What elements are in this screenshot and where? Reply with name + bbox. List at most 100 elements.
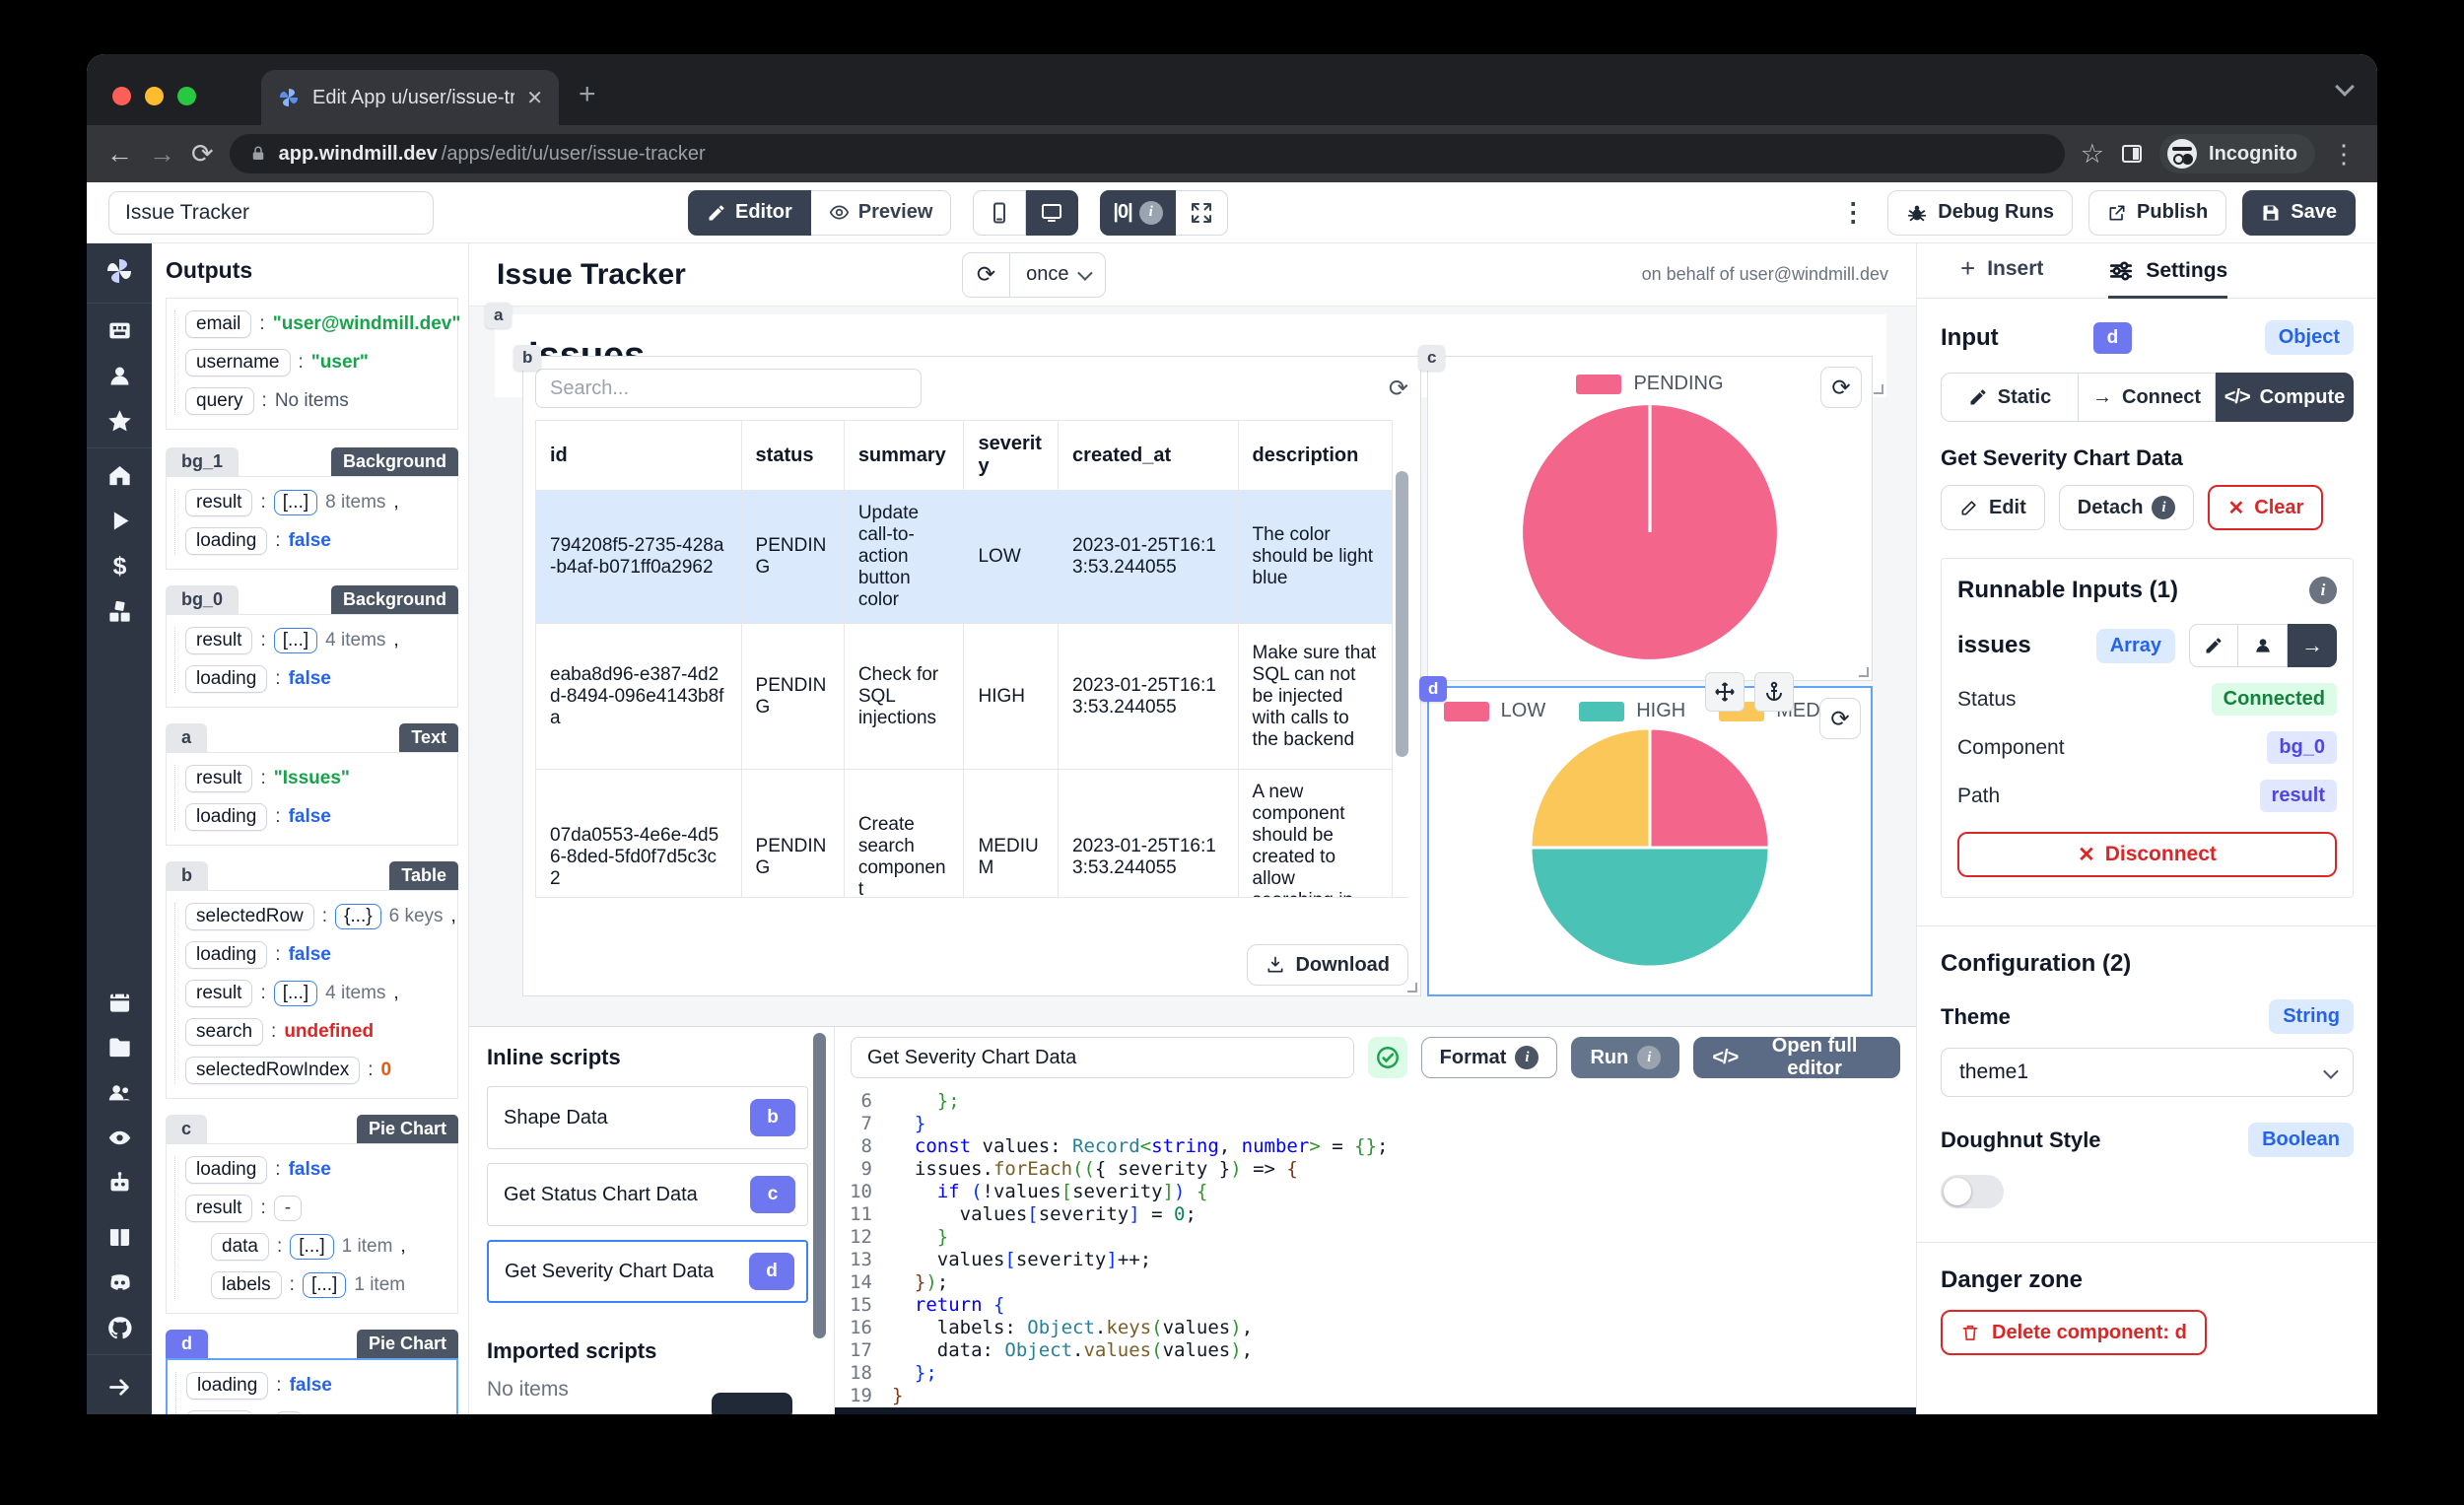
output-key[interactable]: loading bbox=[185, 527, 268, 555]
edit-button[interactable]: Edit bbox=[1941, 485, 2045, 530]
legend-item[interactable]: PENDING bbox=[1576, 373, 1724, 395]
download-button[interactable]: Download bbox=[1247, 944, 1408, 986]
legend-item[interactable]: HIGH bbox=[1579, 700, 1685, 722]
table-row[interactable]: 794208f5-2735-428a-b4af-b071ff0a2962 PEND… bbox=[535, 490, 1394, 624]
static-mode-button[interactable]: Static bbox=[1941, 373, 2079, 422]
table-column-header[interactable]: summary bbox=[843, 420, 965, 491]
close-window-button[interactable] bbox=[112, 87, 131, 105]
doughnut-style-toggle[interactable] bbox=[1941, 1175, 2004, 1208]
component-c-pie-chart[interactable]: c ⟳ PENDING bbox=[1418, 345, 1873, 681]
bookmark-star-icon[interactable]: ☆ bbox=[2081, 139, 2104, 170]
output-key[interactable]: data bbox=[211, 1233, 269, 1261]
output-row[interactable]: result: [...] 4 items, bbox=[185, 980, 451, 1007]
table-cell[interactable]: PENDING bbox=[740, 490, 845, 624]
script-item-d[interactable]: Get Severity Chart Data d bbox=[487, 1240, 808, 1303]
more-menu-icon[interactable]: ⋮ bbox=[1834, 197, 1872, 228]
minimize-window-button[interactable] bbox=[145, 87, 164, 105]
output-row[interactable]: loading: false bbox=[185, 803, 451, 831]
resize-handle[interactable] bbox=[1407, 983, 1417, 992]
docs-book-icon[interactable] bbox=[87, 1214, 152, 1260]
github-icon[interactable] bbox=[87, 1305, 152, 1350]
clear-button[interactable]: ✕ Clear bbox=[2208, 485, 2324, 530]
output-section-id[interactable]: b bbox=[166, 861, 208, 890]
preview-tab[interactable]: Preview bbox=[810, 189, 952, 236]
code-line[interactable]: 10 if (!values[severity]) { bbox=[835, 1181, 1916, 1203]
side-panel-icon[interactable] bbox=[2120, 142, 2144, 166]
chevron-down-icon[interactable] bbox=[2335, 77, 2355, 97]
variables-dollar-icon[interactable]: $ bbox=[87, 543, 152, 588]
output-row[interactable]: loading: false bbox=[185, 665, 451, 693]
output-key[interactable]: search bbox=[185, 1018, 264, 1046]
table-cell[interactable]: LOW bbox=[963, 490, 1060, 624]
user-icon[interactable] bbox=[87, 353, 152, 398]
output-key[interactable]: selectedRow bbox=[185, 903, 314, 930]
connect-mode-button[interactable]: → Connect bbox=[2079, 373, 2216, 422]
path-badge[interactable]: result bbox=[2259, 780, 2337, 812]
home-icon[interactable] bbox=[87, 452, 152, 498]
output-row[interactable]: result: "Issues" bbox=[185, 765, 451, 792]
output-row[interactable]: data: [...] 1 item, bbox=[211, 1233, 451, 1261]
collapse-arrow-icon[interactable] bbox=[87, 1359, 152, 1414]
table-column-header[interactable]: id bbox=[535, 420, 742, 491]
browser-tab[interactable]: Edit App u/user/issue-tracker | ✕ bbox=[261, 70, 559, 125]
window-controls[interactable] bbox=[112, 87, 196, 105]
schedule-dropdown[interactable]: once bbox=[1010, 251, 1107, 298]
table-cell[interactable]: Make sure that SQL can not be injected w… bbox=[1237, 623, 1394, 770]
table-cell[interactable]: Update call-to-action button color bbox=[843, 490, 965, 624]
table-cell[interactable]: 2023-01-25T16:13:53.244055 bbox=[1058, 769, 1239, 897]
table-cell[interactable]: MEDIUM bbox=[963, 769, 1060, 897]
apps-icon[interactable] bbox=[87, 308, 152, 353]
output-row[interactable]: labels: [...] 1 item bbox=[211, 1271, 451, 1299]
resources-cubes-icon[interactable] bbox=[87, 588, 152, 634]
table-cell[interactable]: 2023-01-25T16:13:53.244055 bbox=[1058, 490, 1239, 624]
address-bar[interactable]: app.windmill.dev/apps/edit/u/user/issue-… bbox=[229, 134, 2065, 173]
audit-eye-icon[interactable] bbox=[87, 1115, 152, 1160]
connect-input-button[interactable]: → bbox=[2288, 624, 2337, 667]
output-row[interactable]: selectedRowIndex:0 bbox=[185, 1057, 451, 1084]
code-line[interactable]: 14 }); bbox=[835, 1271, 1916, 1294]
output-row[interactable]: loading: false bbox=[185, 1156, 451, 1184]
table-cell[interactable]: A new component should be created to all… bbox=[1237, 769, 1394, 897]
save-button[interactable]: Save bbox=[2242, 189, 2356, 236]
output-row[interactable]: loading: false bbox=[185, 527, 451, 555]
open-full-editor-button[interactable]: </> Open full editor bbox=[1693, 1035, 1900, 1079]
output-row[interactable]: selectedRow: {...} 6 keys, bbox=[185, 903, 456, 930]
table-cell[interactable]: PENDING bbox=[740, 769, 845, 897]
output-key[interactable]: username bbox=[185, 349, 291, 376]
debug-runs-button[interactable]: Debug Runs bbox=[1887, 189, 2074, 236]
output-key[interactable]: query bbox=[185, 387, 254, 415]
code-line[interactable]: 18 }; bbox=[835, 1362, 1916, 1385]
forward-icon[interactable]: → bbox=[149, 139, 175, 170]
output-key[interactable]: labels bbox=[211, 1271, 282, 1299]
mobile-view-button[interactable] bbox=[973, 189, 1027, 236]
output-key[interactable]: email bbox=[185, 310, 252, 338]
table-row[interactable]: eaba8d96-e387-4d2d-8494-096e4143b8fa PEND… bbox=[535, 623, 1394, 770]
grid-lines-button[interactable]: |0| i bbox=[1100, 189, 1176, 236]
table-cell[interactable]: 2023-01-25T16:13:53.244055 bbox=[1058, 623, 1239, 770]
windmill-logo[interactable] bbox=[87, 243, 152, 299]
scripts-scrollbar[interactable] bbox=[813, 1033, 826, 1338]
output-row[interactable]: query: No items bbox=[185, 387, 451, 415]
table-column-header[interactable]: severity bbox=[963, 420, 1060, 491]
zoom-window-button[interactable] bbox=[177, 87, 196, 105]
output-key[interactable]: result bbox=[185, 627, 253, 654]
output-row[interactable]: email: "user@windmill.dev" bbox=[185, 310, 460, 338]
code-line[interactable]: 9 issues. forEach(({ severity }) => { bbox=[835, 1158, 1916, 1181]
table-column-header[interactable]: description bbox=[1237, 420, 1394, 491]
table-cell[interactable]: 07da0553-4e6e-4d56-8ded-5fd0f7d5c3c2 bbox=[535, 769, 742, 897]
code-editor[interactable]: 6 }; 7 } 8 const values: Record < string, nu… bbox=[835, 1088, 1916, 1414]
output-key[interactable]: result bbox=[185, 765, 253, 792]
script-name-input[interactable] bbox=[851, 1037, 1355, 1078]
refresh-button[interactable]: ⟳ bbox=[961, 251, 1011, 298]
compute-mode-button[interactable]: </> Compute bbox=[2216, 373, 2354, 422]
table-row[interactable]: 07da0553-4e6e-4d56-8ded-5fd0f7d5c3c2 PEND… bbox=[535, 769, 1394, 897]
star-icon[interactable] bbox=[87, 398, 152, 444]
output-key[interactable]: loading bbox=[185, 941, 268, 969]
publish-button[interactable]: Publish bbox=[2088, 189, 2227, 236]
output-key[interactable]: result bbox=[185, 980, 253, 1007]
output-row[interactable]: loading: false bbox=[186, 1372, 450, 1400]
tab-settings[interactable]: Settings bbox=[2108, 258, 2228, 299]
table-cell[interactable]: Check for SQL injections bbox=[843, 623, 965, 770]
format-button[interactable]: Format i bbox=[1420, 1037, 1558, 1078]
user-input-button[interactable] bbox=[2238, 624, 2288, 667]
